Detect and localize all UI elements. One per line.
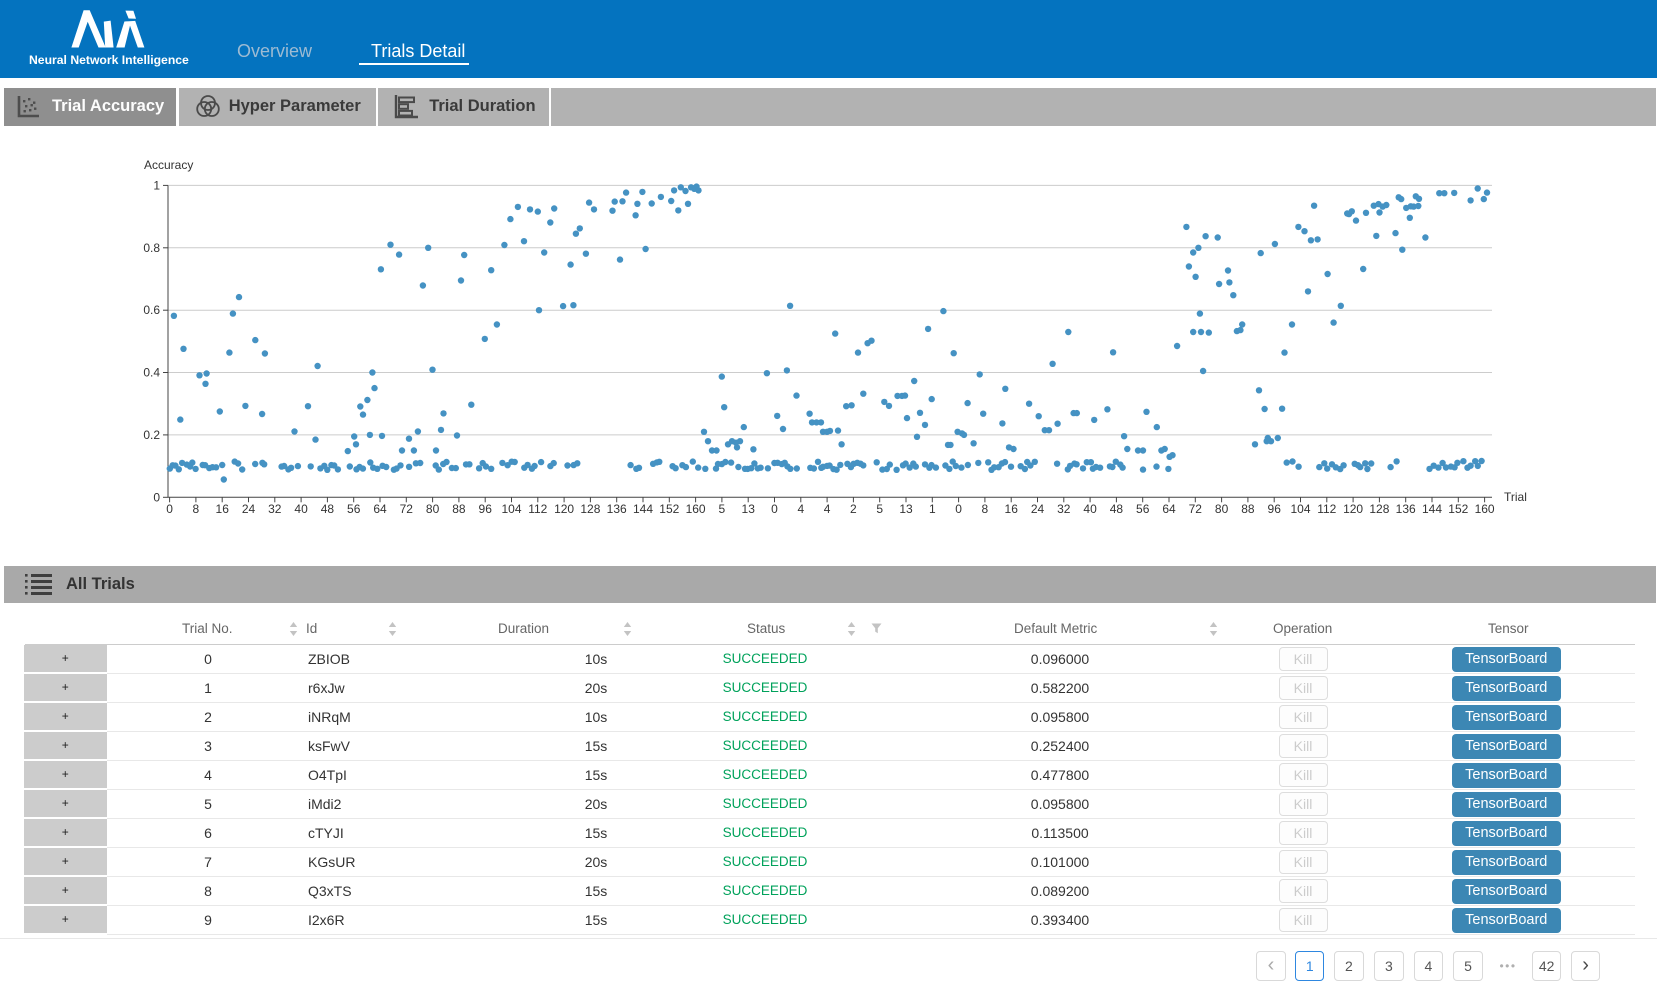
svg-text:96: 96: [479, 502, 493, 516]
svg-text:Trial: Trial: [1504, 490, 1527, 504]
svg-text:8: 8: [193, 502, 200, 516]
svg-text:0: 0: [166, 502, 173, 516]
svg-text:56: 56: [1136, 502, 1150, 516]
svg-text:88: 88: [1241, 502, 1255, 516]
svg-text:128: 128: [1369, 502, 1389, 516]
svg-text:136: 136: [607, 502, 627, 516]
svg-text:24: 24: [242, 502, 256, 516]
svg-text:152: 152: [1448, 502, 1468, 516]
svg-text:4: 4: [797, 502, 804, 516]
svg-text:120: 120: [554, 502, 574, 516]
svg-text:0.8: 0.8: [143, 241, 160, 255]
svg-text:112: 112: [1317, 502, 1336, 516]
svg-text:13: 13: [899, 502, 913, 516]
svg-text:8: 8: [982, 502, 989, 516]
svg-text:0.4: 0.4: [143, 366, 160, 380]
svg-text:0: 0: [771, 502, 778, 516]
svg-text:16: 16: [216, 502, 230, 516]
svg-text:0: 0: [955, 502, 962, 516]
svg-text:1: 1: [929, 502, 936, 516]
svg-text:72: 72: [1189, 502, 1203, 516]
svg-text:32: 32: [268, 502, 282, 516]
svg-text:144: 144: [1422, 502, 1442, 516]
svg-text:160: 160: [686, 502, 706, 516]
svg-text:Accuracy: Accuracy: [144, 158, 193, 172]
svg-text:32: 32: [1057, 502, 1071, 516]
svg-text:0.6: 0.6: [143, 303, 160, 317]
svg-text:48: 48: [1110, 502, 1124, 516]
svg-text:64: 64: [1162, 502, 1176, 516]
svg-text:24: 24: [1031, 502, 1045, 516]
svg-text:152: 152: [659, 502, 679, 516]
svg-text:13: 13: [742, 502, 756, 516]
svg-text:144: 144: [633, 502, 653, 516]
svg-text:80: 80: [1215, 502, 1229, 516]
svg-text:56: 56: [347, 502, 361, 516]
svg-text:72: 72: [400, 502, 414, 516]
svg-text:80: 80: [426, 502, 440, 516]
svg-text:64: 64: [373, 502, 387, 516]
svg-text:112: 112: [528, 502, 547, 516]
svg-text:0: 0: [153, 490, 160, 504]
svg-text:120: 120: [1343, 502, 1363, 516]
svg-text:104: 104: [1290, 502, 1310, 516]
svg-text:104: 104: [501, 502, 521, 516]
svg-text:0.2: 0.2: [143, 428, 160, 442]
svg-text:5: 5: [719, 502, 726, 516]
svg-text:1: 1: [153, 178, 160, 192]
svg-text:40: 40: [294, 502, 308, 516]
svg-text:4: 4: [824, 502, 831, 516]
svg-text:160: 160: [1475, 502, 1495, 516]
svg-text:5: 5: [876, 502, 883, 516]
svg-text:2: 2: [850, 502, 857, 516]
svg-text:96: 96: [1268, 502, 1282, 516]
svg-text:40: 40: [1083, 502, 1097, 516]
svg-text:128: 128: [580, 502, 600, 516]
svg-text:16: 16: [1005, 502, 1019, 516]
svg-text:88: 88: [452, 502, 466, 516]
svg-text:48: 48: [321, 502, 335, 516]
svg-text:136: 136: [1396, 502, 1416, 516]
